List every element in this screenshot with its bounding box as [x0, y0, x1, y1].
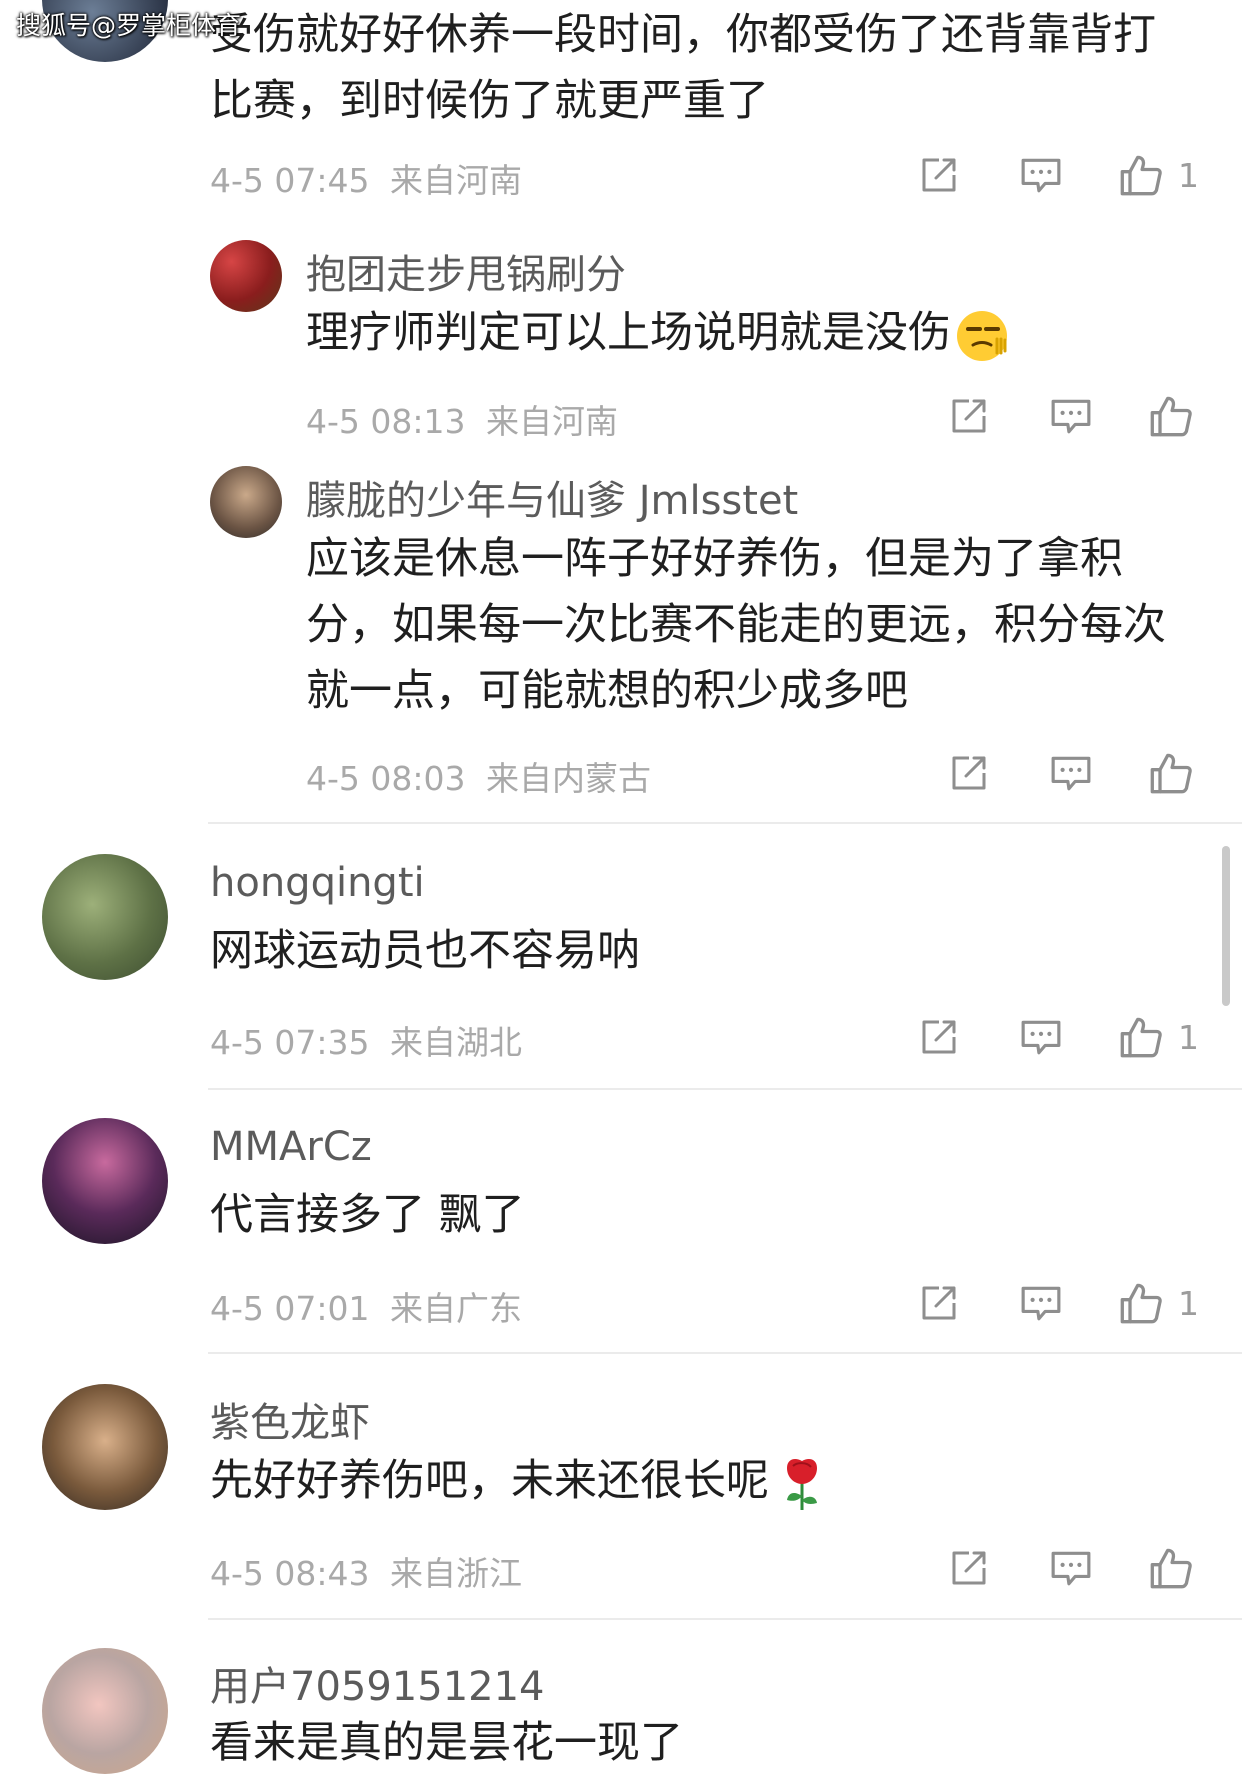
username[interactable]: 抱团走步甩锅刷分	[306, 242, 626, 300]
comment-icon	[1020, 1282, 1062, 1324]
comment-actions	[946, 1545, 1208, 1591]
comment-location: 来自河南	[390, 161, 522, 200]
comment-location: 来自湖北	[390, 1023, 522, 1062]
like-button[interactable]	[1148, 1545, 1208, 1591]
scrollbar[interactable]	[1222, 846, 1230, 1006]
thumbs-up-icon	[1119, 1281, 1163, 1325]
comment-icon	[1050, 1547, 1092, 1589]
like-button[interactable]: 1	[1118, 1014, 1199, 1060]
comment-text: 代言接多了 飘了	[210, 1190, 525, 1240]
share-icon	[919, 1283, 959, 1323]
comment-icon	[1020, 1016, 1062, 1058]
comment-meta: 4-5 08:13 来自河南	[306, 395, 618, 443]
share-button[interactable]	[946, 750, 992, 796]
watermark: 搜狐号@罗掌柜体育	[16, 11, 242, 40]
avatar[interactable]	[210, 240, 282, 312]
reply-button[interactable]	[1048, 393, 1094, 439]
comment-text: 受伤就好好休养一段时间，你都受伤了还背靠背打比赛，到时候伤了就更严重了	[210, 10, 1156, 126]
share-icon	[949, 396, 989, 436]
thumbs-up-icon	[1119, 1015, 1163, 1059]
username[interactable]: 用户7059151214	[210, 1654, 545, 1712]
avatar[interactable]	[210, 466, 282, 538]
like-button[interactable]	[1148, 750, 1208, 796]
comment-text: 应该是休息一阵子好好养伤，但是为了拿积分，如果每一次比赛不能走的更远，积分每次就…	[306, 534, 1166, 716]
avatar[interactable]	[42, 1384, 168, 1510]
comment-text-body: 理疗师判定可以上场说明就是没伤	[306, 308, 951, 358]
thumbs-up-icon	[1149, 751, 1193, 795]
comment-actions: 1	[916, 152, 1199, 198]
reply-button[interactable]	[1048, 750, 1094, 796]
username[interactable]: MMArCz	[210, 1124, 372, 1170]
comment-meta: 4-5 07:01 来自广东	[210, 1282, 522, 1330]
comment-actions	[946, 393, 1208, 439]
comment-text: 理疗师判定可以上场说明就是没伤	[306, 300, 1206, 366]
divider	[208, 1352, 1242, 1354]
smirk-emoji	[957, 310, 1007, 361]
like-button[interactable]	[1148, 393, 1208, 439]
thumbs-up-icon	[1149, 394, 1193, 438]
like-button[interactable]: 1	[1118, 152, 1199, 198]
comment-location: 来自内蒙古	[486, 759, 651, 798]
comment-time: 4-5 07:01	[210, 1289, 370, 1328]
comment-meta: 4-5 08:03 来自内蒙古	[306, 752, 651, 800]
share-button[interactable]	[946, 1545, 992, 1591]
username[interactable]: 朦胧的少年与仙爹 Jmlsstet	[306, 468, 798, 526]
comment-time: 4-5 08:03	[306, 759, 466, 798]
comment-actions: 1	[916, 1014, 1199, 1060]
comment-icon	[1050, 752, 1092, 794]
share-icon	[949, 1548, 989, 1588]
comment-icon	[1020, 154, 1062, 196]
comment-time: 4-5 08:43	[210, 1554, 370, 1593]
comment-location: 来自河南	[486, 402, 618, 441]
comment-text: 先好好养伤吧，未来还很长呢	[210, 1448, 1070, 1514]
avatar[interactable]	[42, 854, 168, 980]
share-button[interactable]	[916, 1280, 962, 1326]
avatar[interactable]	[42, 1648, 168, 1774]
username[interactable]: 紫色龙虾	[210, 1390, 370, 1448]
comment-actions	[946, 750, 1208, 796]
comment-time: 4-5 07:35	[210, 1023, 370, 1062]
reply-button[interactable]	[1018, 1014, 1064, 1060]
reply-button[interactable]	[1018, 152, 1064, 198]
like-count: 1	[1178, 155, 1199, 195]
comment-time: 4-5 07:45	[210, 161, 370, 200]
reply-button[interactable]	[1018, 1280, 1064, 1326]
like-count: 1	[1178, 1283, 1199, 1323]
rose-emoji	[787, 1458, 817, 1510]
comment-icon	[1050, 395, 1092, 437]
divider	[208, 1088, 1242, 1090]
share-button[interactable]	[916, 1014, 962, 1060]
share-icon	[949, 753, 989, 793]
like-count: 1	[1178, 1017, 1199, 1057]
share-icon	[919, 155, 959, 195]
divider	[208, 822, 1242, 824]
comment-meta: 4-5 08:43 来自浙江	[210, 1547, 522, 1595]
share-icon	[919, 1017, 959, 1057]
share-button[interactable]	[946, 393, 992, 439]
thumbs-up-icon	[1149, 1546, 1193, 1590]
comment-actions: 1	[916, 1280, 1199, 1326]
divider	[208, 1618, 1242, 1620]
comment-text: 网球运动员也不容易呐	[210, 926, 640, 976]
thumbs-up-icon	[1119, 153, 1163, 197]
share-button[interactable]	[916, 152, 962, 198]
reply-button[interactable]	[1048, 1545, 1094, 1591]
username[interactable]: hongqingti	[210, 860, 425, 906]
comment-time: 4-5 08:13	[306, 402, 466, 441]
avatar[interactable]	[42, 1118, 168, 1244]
comment-text-body: 先好好养伤吧，未来还很长呢	[210, 1456, 769, 1506]
comment-text: 看来是真的是昙花一现了	[210, 1718, 683, 1768]
like-button[interactable]: 1	[1118, 1280, 1199, 1326]
comment-meta: 4-5 07:35 来自湖北	[210, 1016, 522, 1064]
comment-meta: 4-5 07:45 来自河南	[210, 154, 522, 202]
comment-location: 来自广东	[390, 1289, 522, 1328]
comment-location: 来自浙江	[390, 1554, 522, 1593]
